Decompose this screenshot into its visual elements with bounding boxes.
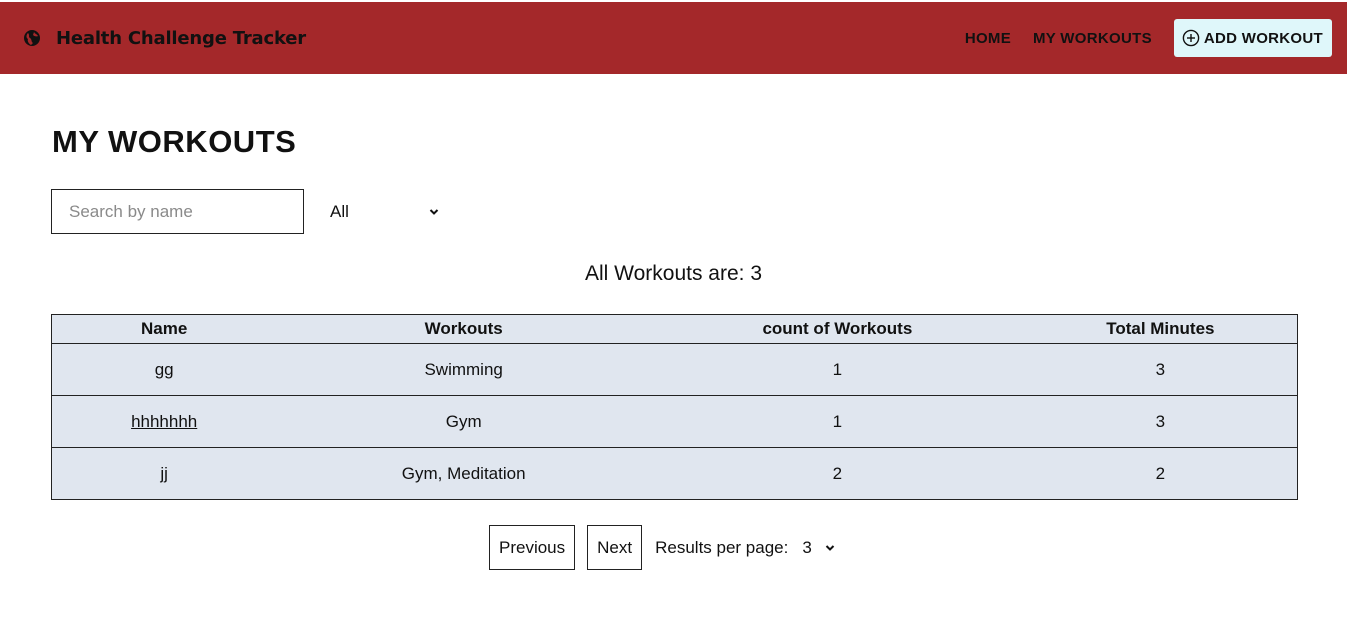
- cell-workouts: Gym: [276, 395, 652, 448]
- column-header-minutes: Total Minutes: [1023, 314, 1298, 344]
- workout-type-select[interactable]: All: [320, 194, 450, 230]
- search-input[interactable]: [51, 189, 304, 234]
- cell-count: 1: [651, 395, 1024, 448]
- user-name: gg: [154, 359, 174, 379]
- nav-my-workouts-link[interactable]: MY WORKOUTS: [1033, 30, 1152, 47]
- results-per-page-label: Results per page:: [655, 537, 789, 557]
- pagination: Previous Next Results per page: 3: [489, 525, 836, 570]
- chevron-down-icon: [824, 542, 836, 554]
- cell-workouts: Gym, Meditation: [401, 463, 526, 483]
- user-name: jj: [160, 463, 168, 483]
- results-per-page-select[interactable]: 3: [802, 538, 835, 558]
- cell-count: 2: [832, 463, 843, 483]
- cell-name: hhhhhhh: [51, 395, 277, 448]
- filter-selected-value: All: [330, 202, 349, 221]
- globe-icon: [22, 28, 42, 48]
- app-title: Health Challenge Tracker: [56, 27, 306, 49]
- cell-minutes: 2: [1155, 463, 1166, 483]
- top-navbar: Health Challenge Tracker HOME MY WORKOUT…: [0, 2, 1347, 74]
- column-header-count: count of Workouts: [651, 314, 1024, 344]
- summary-count: 3: [750, 262, 763, 285]
- previous-page-button[interactable]: Previous: [489, 525, 576, 570]
- plus-circle-icon: [1182, 29, 1200, 47]
- user-name-link[interactable]: hhhhhhh: [131, 412, 197, 431]
- cell-name: gg: [51, 343, 277, 396]
- table-row: gg Swimming 1 3: [51, 343, 1298, 396]
- workouts-table: Name Workouts count of Workouts Total Mi…: [51, 314, 1298, 500]
- brand[interactable]: Health Challenge Tracker: [22, 28, 306, 49]
- results-per-page-value: 3: [802, 537, 812, 557]
- column-header-workouts: Workouts: [276, 314, 652, 344]
- page-title: MY WORKOUTS: [52, 124, 297, 159]
- cell-count: 1: [651, 343, 1024, 396]
- column-header-name: Name: [51, 314, 277, 344]
- add-workout-button[interactable]: ADD WORKOUT: [1173, 19, 1332, 57]
- cell-workouts: Swimming: [276, 343, 652, 396]
- add-workout-label: ADD WORKOUT: [1203, 29, 1323, 47]
- cell-name: jj: [52, 448, 277, 500]
- chevron-down-icon: [428, 206, 440, 218]
- table-row: jj Gym, Meditation 2 2: [52, 448, 1298, 500]
- workouts-summary: All Workouts are: 3: [0, 262, 1347, 286]
- nav-home-link[interactable]: HOME: [965, 30, 1011, 47]
- summary-label: All Workouts are:: [584, 262, 745, 285]
- table-row: hhhhhhh Gym 1 3: [51, 395, 1298, 448]
- cell-minutes: 3: [1023, 343, 1298, 396]
- main-nav: HOME MY WORKOUTS ADD WORKOUT: [965, 19, 1332, 57]
- next-page-button[interactable]: Next: [587, 525, 643, 570]
- cell-minutes: 3: [1023, 395, 1298, 448]
- table-header-row: Name Workouts count of Workouts Total Mi…: [51, 314, 1298, 344]
